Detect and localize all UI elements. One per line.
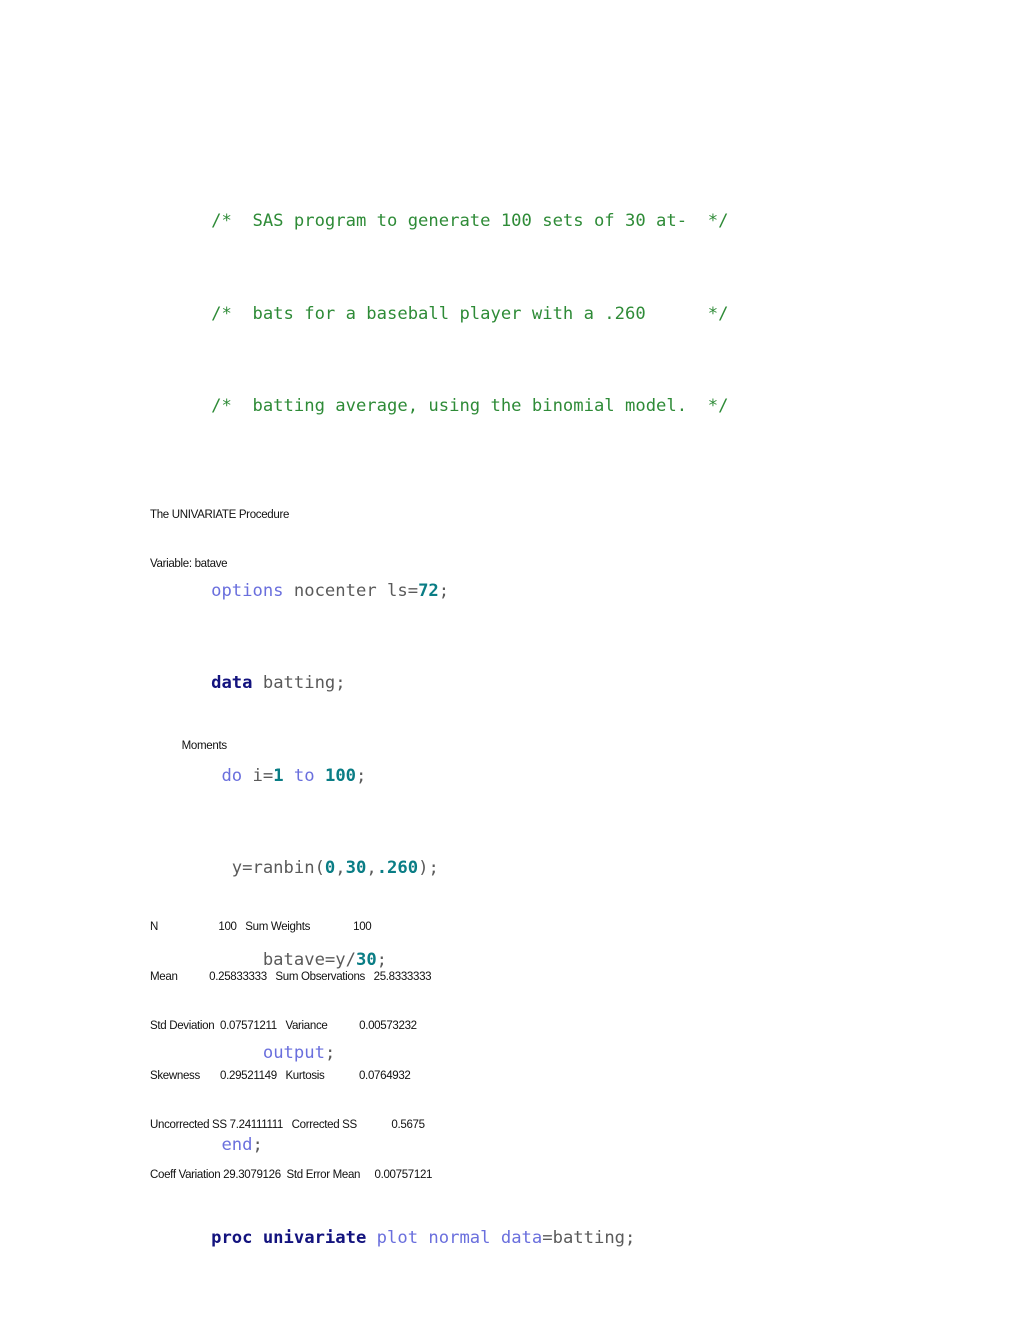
- code-line-comment-1: /* SAS program to generate 100 sets of 3…: [149, 187, 728, 231]
- moments-row: Std Deviation 0.07571211 Variance 0.0057…: [150, 1018, 417, 1032]
- sas-listing-output: The UNIVARIATE Procedure Variable: batav…: [150, 456, 502, 1320]
- document-page: /* SAS program to generate 100 sets of 3…: [0, 0, 1020, 1320]
- code-token: =batting;: [542, 1227, 636, 1248]
- procedure-title: The UNIVARIATE Procedure: [150, 506, 290, 521]
- variable-line: Variable: batave: [150, 556, 228, 570]
- moments-title-text: Moments: [181, 737, 227, 752]
- moments-row: Uncorrected SS 7.24111111 Corrected SS 0…: [150, 1117, 425, 1131]
- code-line-comment-2: /* bats for a baseball player with a .26…: [149, 280, 728, 324]
- code-token: /* bats for a baseball player with a .26…: [211, 303, 729, 324]
- code-line-comment-3: /* batting average, using the binomial m…: [149, 372, 728, 416]
- moments-row: Coeff Variation 29.3079126 Std Error Mea…: [150, 1166, 433, 1181]
- moments-row: Mean 0.25833333 Sum Observations 25.8333…: [150, 968, 432, 983]
- moments-row: Skewness 0.29521149 Kurtosis 0.0764932: [150, 1067, 411, 1082]
- moments-title: Moments: [150, 737, 502, 754]
- moments-row: N 100 Sum Weights 100: [150, 919, 372, 933]
- code-token: /* batting average, using the binomial m…: [211, 396, 729, 417]
- code-token: /* SAS program to generate 100 sets of 3…: [211, 211, 729, 232]
